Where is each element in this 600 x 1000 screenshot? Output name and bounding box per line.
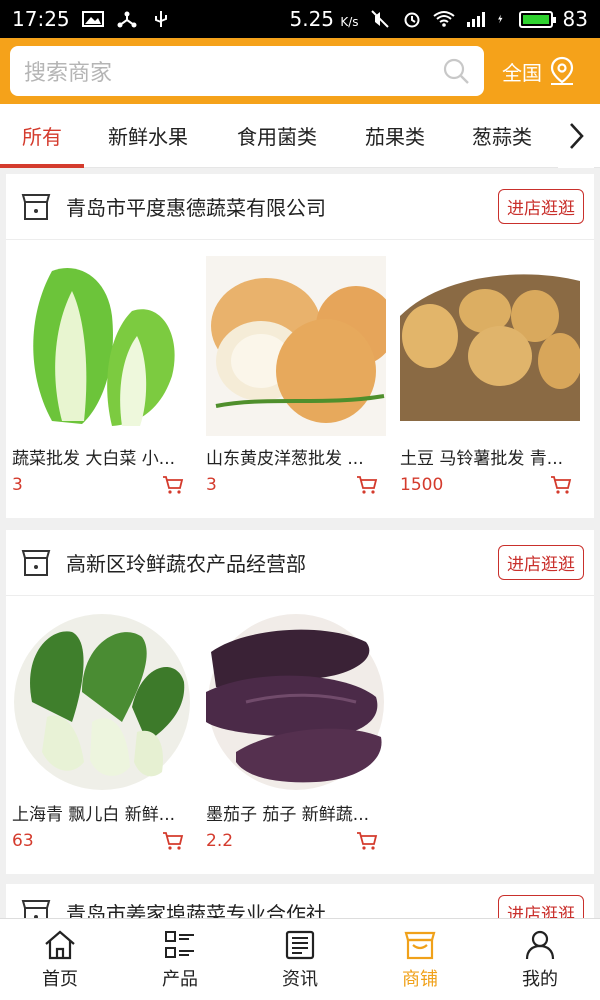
cart-icon[interactable]: [550, 475, 572, 495]
shop-card-header[interactable]: 青岛市平度惠德蔬菜有限公司 进店逛逛: [6, 174, 594, 240]
charging-icon: [497, 14, 503, 24]
cart-icon[interactable]: [356, 831, 378, 851]
visit-store-button[interactable]: 进店逛逛: [498, 189, 584, 224]
tab-label: 葱蒜类: [472, 125, 532, 149]
product-name: 上海青 飘儿白 新鲜...: [12, 805, 176, 825]
signal-icon: [466, 12, 485, 27]
tab-all[interactable]: 所有: [0, 104, 84, 168]
product-item[interactable]: 墨茄子 茄子 新鲜蔬... 2.2: [206, 612, 386, 851]
nav-label: 商铺: [402, 968, 438, 990]
tab-fresh-fruit[interactable]: 新鲜水果: [84, 104, 212, 168]
nav-shops[interactable]: 商铺: [360, 919, 480, 1000]
clock: 17:25: [12, 7, 70, 31]
visit-store-button[interactable]: 进店逛逛: [498, 545, 584, 580]
bottom-nav: 首页 产品 资讯 商铺 我的: [0, 918, 600, 1000]
nav-label: 资讯: [282, 968, 318, 990]
shop-card: 青岛市平度惠德蔬菜有限公司 进店逛逛 蔬菜批发 大白菜 小... 3 山东黄皮洋…: [6, 174, 594, 518]
shop-name: 青岛市姜家埠蔬菜专业合作社: [66, 902, 326, 918]
shop-name: 青岛市平度惠德蔬菜有限公司: [66, 196, 326, 220]
product-image-potato[interactable]: [400, 256, 580, 436]
search-input[interactable]: 搜索商家: [10, 46, 484, 96]
product-image-napa-cabbage[interactable]: [12, 256, 192, 436]
product-item[interactable]: 上海青 飘儿白 新鲜... 63: [12, 612, 192, 851]
store-icon: [21, 899, 51, 918]
location-pin-icon: [550, 56, 574, 85]
network-speed-unit: K/s: [340, 15, 359, 29]
nav-label: 首页: [42, 968, 78, 990]
battery-level: 83: [562, 7, 588, 31]
region-label: 全国: [502, 60, 542, 85]
user-icon: [525, 930, 555, 959]
product-price: 1500: [400, 475, 444, 495]
product-name: 山东黄皮洋葱批发 ...: [206, 449, 364, 469]
nav-home[interactable]: 首页: [0, 919, 120, 1000]
header: 搜索商家 全国: [0, 38, 600, 104]
tab-label: 所有: [22, 125, 62, 149]
region-selector[interactable]: 全国: [502, 56, 576, 86]
share-icon: [117, 11, 137, 28]
shop-card: 青岛市姜家埠蔬菜专业合作社 进店逛逛: [6, 884, 594, 918]
product-price: 2.2: [206, 831, 234, 851]
mute-icon: [370, 10, 389, 28]
product-price: 3: [12, 475, 23, 495]
tabs-scroll-right-button[interactable]: [558, 104, 594, 168]
product-name: 土豆 马铃薯批发 青...: [400, 449, 564, 469]
cart-icon[interactable]: [162, 831, 184, 851]
store-icon: [21, 549, 51, 576]
tab-edible-fungi[interactable]: 食用菌类: [212, 104, 342, 168]
product-image-bok-choy[interactable]: [12, 612, 192, 792]
category-tabs: 所有 新鲜水果 食用菌类 茄果类 葱蒜类: [0, 104, 600, 168]
product-name: 蔬菜批发 大白菜 小...: [12, 449, 176, 469]
wifi-icon: [432, 11, 455, 27]
product-price: 63: [12, 831, 34, 851]
nav-news[interactable]: 资讯: [240, 919, 360, 1000]
nav-label: 我的: [522, 968, 558, 990]
cart-icon[interactable]: [356, 475, 378, 495]
product-item[interactable]: 土豆 马铃薯批发 青... 1500: [400, 256, 580, 495]
store-icon: [21, 193, 51, 220]
home-icon: [45, 930, 75, 959]
alarm-icon: [404, 12, 420, 28]
tab-label: 新鲜水果: [108, 125, 188, 149]
product-image-onion[interactable]: [206, 256, 386, 436]
cart-icon[interactable]: [162, 475, 184, 495]
tab-allium[interactable]: 葱蒜类: [448, 104, 556, 168]
search-icon[interactable]: [442, 57, 470, 85]
usb-icon: [154, 11, 167, 27]
shop-icon: [404, 931, 436, 959]
nav-products[interactable]: 产品: [120, 919, 240, 1000]
news-icon: [285, 930, 315, 959]
nav-profile[interactable]: 我的: [480, 919, 600, 1000]
tab-solanaceous[interactable]: 茄果类: [342, 104, 448, 168]
network-speed: 5.25: [289, 7, 335, 31]
shop-card-header[interactable]: 高新区玲鲜蔬农产品经营部 进店逛逛: [6, 530, 594, 596]
gallery-icon: [81, 11, 104, 27]
tab-label: 茄果类: [365, 125, 425, 149]
shop-card: 高新区玲鲜蔬农产品经营部 进店逛逛 上海青 飘儿白 新鲜... 63 墨茄子 茄…: [6, 530, 594, 874]
chevron-right-icon: [570, 123, 584, 149]
product-name: 墨茄子 茄子 新鲜蔬...: [206, 805, 370, 825]
search-placeholder: 搜索商家: [24, 61, 113, 86]
status-bar: 17:25 5.25 K/s 83: [0, 0, 600, 38]
product-price: 3: [206, 475, 217, 495]
shop-card-header[interactable]: 青岛市姜家埠蔬菜专业合作社 进店逛逛: [6, 884, 594, 918]
product-item[interactable]: 山东黄皮洋葱批发 ... 3: [206, 256, 386, 495]
nav-label: 产品: [162, 968, 198, 990]
product-image-eggplant[interactable]: [206, 612, 386, 792]
battery-icon: [518, 10, 556, 28]
visit-store-button[interactable]: 进店逛逛: [498, 895, 584, 918]
product-item[interactable]: 蔬菜批发 大白菜 小... 3: [12, 256, 192, 495]
product-list-icon: [165, 930, 194, 958]
tab-label: 食用菌类: [237, 125, 317, 149]
shop-name: 高新区玲鲜蔬农产品经营部: [66, 552, 306, 576]
